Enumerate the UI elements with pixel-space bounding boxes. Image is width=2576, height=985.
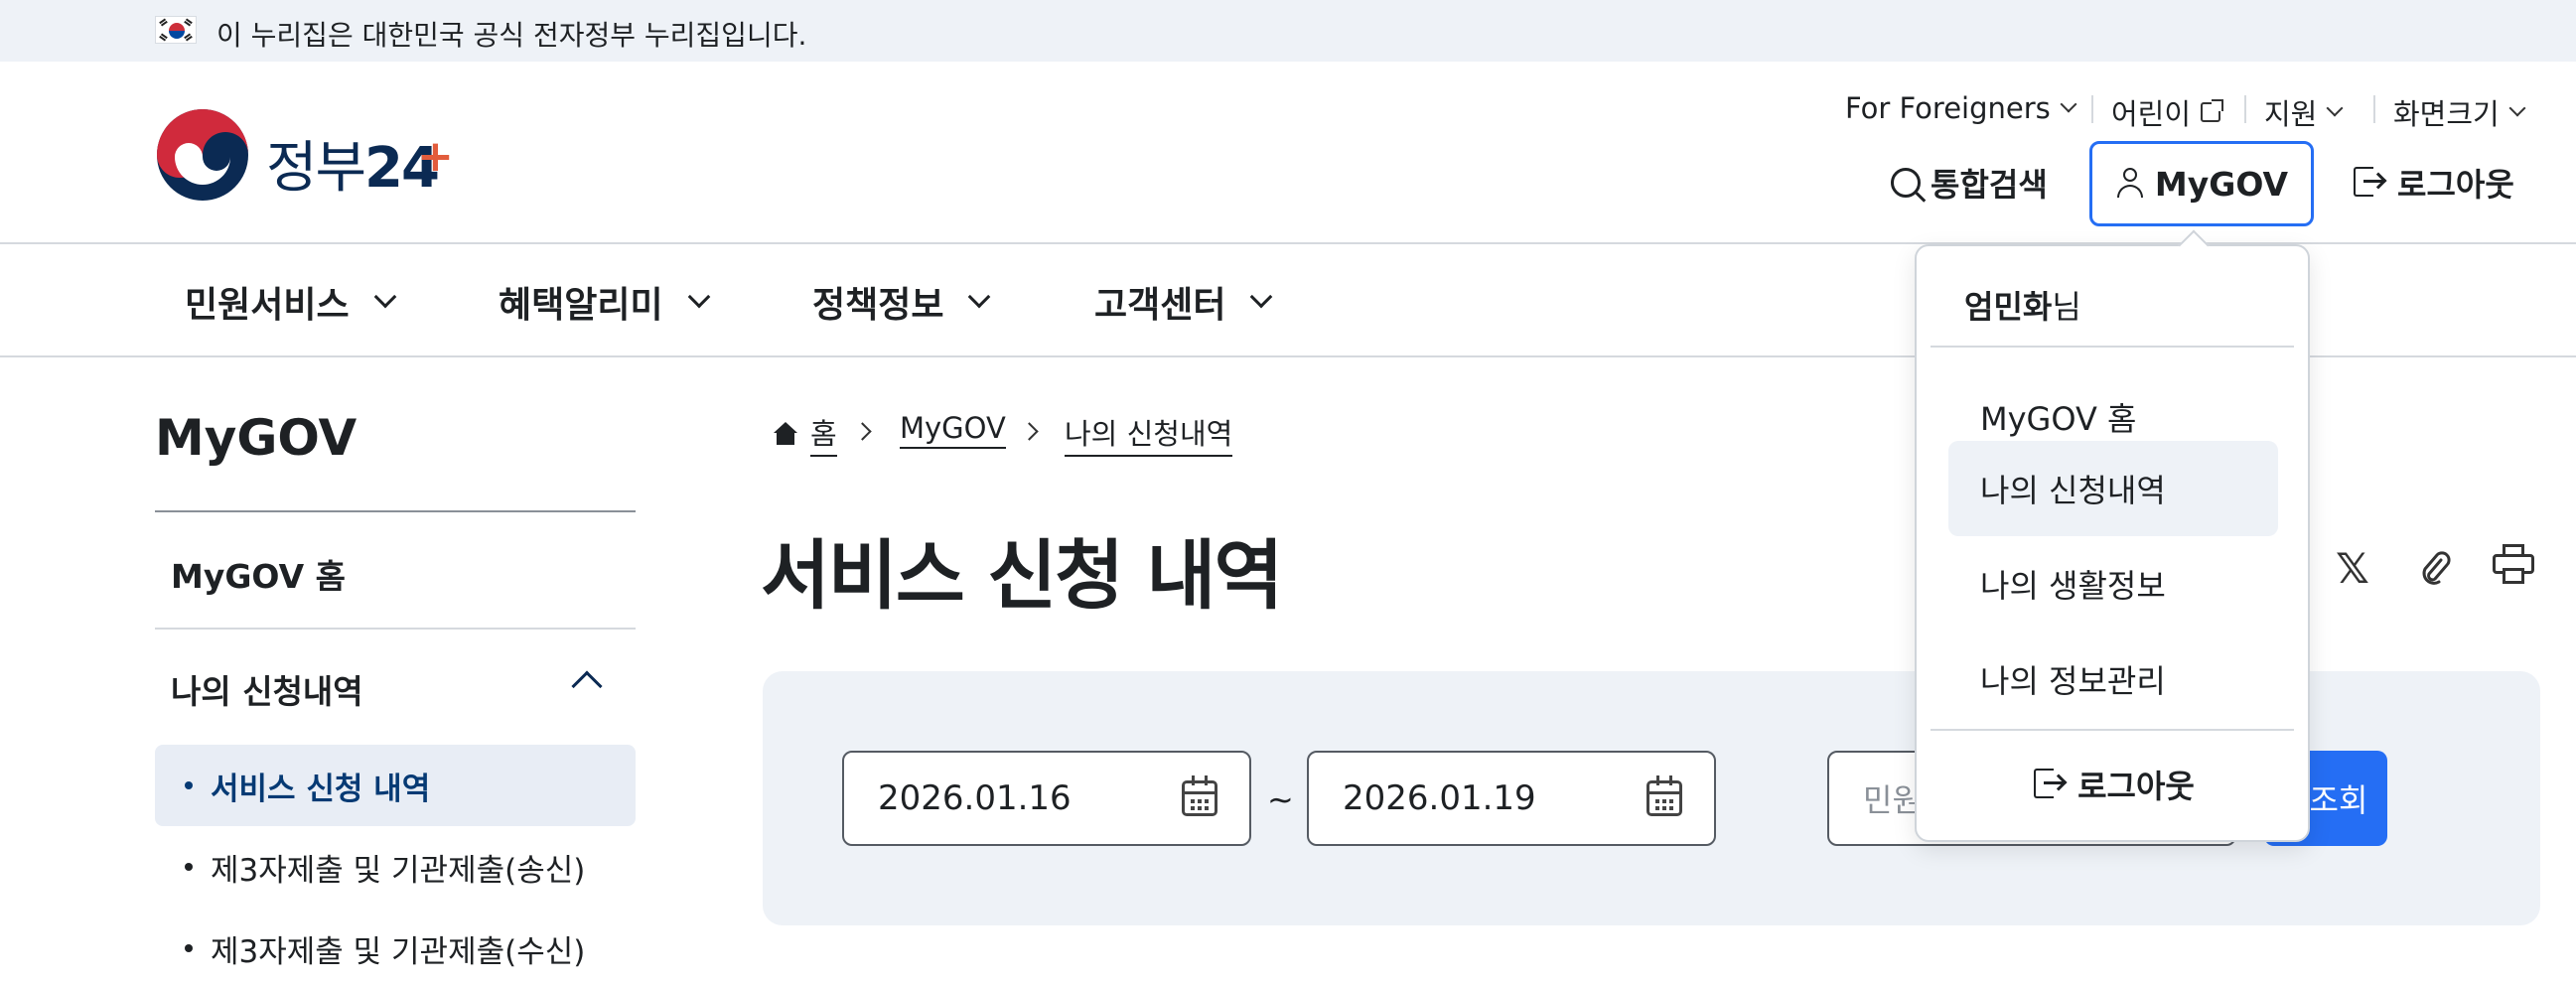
logo-wordmark: 정부24 [266,136,440,201]
support-menu[interactable]: 지원 [2264,91,2344,133]
dropdown-item-label: 나의 신청내역 [1980,472,2166,509]
bullet [185,781,193,789]
site-header: 정부24 + For Foreigners 어린이 지원 화면크기 통합검색 M… [0,62,2576,244]
end-date-input[interactable]: 2026.01.19 [1307,751,1716,846]
dropdown-item-info-management[interactable]: 나의 정보관리 [1948,632,2278,727]
logout-icon [2034,769,2065,800]
external-link-icon [2201,99,2224,122]
kids-link[interactable]: 어린이 [2111,91,2224,133]
chevron-down-icon [2060,95,2077,113]
nav-label: 고객센터 [1094,285,1226,326]
nav-label: 정책정보 [812,285,944,326]
divider [2373,95,2375,123]
integrated-search-button[interactable]: 통합검색 [1891,141,2048,224]
bullet [185,863,193,871]
sidebar-sub-third-party-received[interactable]: 제3자제출 및 기관제출(수신) [155,908,636,985]
print-icon[interactable] [2493,544,2534,584]
page-title: 서비스 신청 내역 [761,531,1283,620]
calendar-icon[interactable] [1646,775,1682,816]
mygov-dropdown: 엄민화님 MyGOV 홈 나의 신청내역 나의 생활정보 나의 정보관리 로그아… [1915,229,2312,842]
divider [155,510,636,512]
breadcrumb-my-applications[interactable]: 나의 신청내역 [1065,411,1233,457]
chevron-right-icon [853,422,872,441]
mygov-button[interactable]: MyGOV [2089,141,2314,226]
dropdown-item-my-applications[interactable]: 나의 신청내역 [1948,441,2278,536]
integrated-search-label: 통합검색 [1931,166,2048,204]
sidebar-title: MyGOV [155,409,358,467]
paperclip-icon[interactable] [2417,546,2451,586]
sidebar-sub-service-applications[interactable]: 서비스 신청 내역 [155,745,636,826]
kids-label: 어린이 [2111,97,2192,131]
screen-size-menu[interactable]: 화면크기 [2393,91,2526,133]
sidebar-sub-label: 제3자제출 및 기관제출(송신) [211,852,586,889]
divider [2244,95,2246,123]
home-icon [773,422,798,446]
breadcrumb-home-label: 홈 [810,411,837,457]
divider [155,628,636,630]
sidebar-sub-third-party-sent[interactable]: 제3자제출 및 기관제출(송신) [155,826,636,908]
chevron-down-icon [687,285,710,309]
screen-size-label: 화면크기 [2393,97,2500,131]
breadcrumb-mygov-label: MyGOV [900,411,1006,449]
sidebar-sub-label: 제3자제출 및 기관제출(수신) [211,933,586,970]
chevron-down-icon [968,285,991,309]
logout-icon [2354,167,2383,199]
chevron-right-icon [1020,422,1039,441]
dropdown-item-label: 나의 생활정보 [1980,567,2166,605]
end-date-value: 2026.01.19 [1343,778,1536,818]
dropdown-item-life-info[interactable]: 나의 생활정보 [1948,536,2278,632]
divider [1931,346,2294,348]
for-foreigners-menu[interactable]: For Foreigners [1845,91,2077,125]
nav-item-benefits[interactable]: 혜택알리미 [499,276,710,328]
dropdown-logout-label: 로그아웃 [2077,768,2195,805]
mygov-label: MyGOV [2154,164,2289,204]
start-date-value: 2026.01.16 [878,778,1072,818]
date-range-separator: ~ [1267,780,1294,818]
x-share-icon[interactable]: 𝕏 [2336,544,2369,593]
keyword-placeholder: 민원 [1863,781,1922,819]
dropdown-item-label: MyGOV 홈 [1980,400,2137,438]
search-icon [1891,168,1921,198]
bullet [185,944,193,952]
gov-banner-text: 이 누리집은 대한민국 공식 전자정부 누리집입니다. [216,19,807,52]
for-foreigners-label: For Foreigners [1845,91,2051,125]
logo-plus: + [417,131,454,182]
user-suffix: 님 [2052,288,2081,326]
dropdown-user-greeting: 엄민화님 [1964,282,2081,328]
gov-banner: 이 누리집은 대한민국 공식 전자정부 누리집입니다. [0,0,2576,62]
nav-item-customer-center[interactable]: 고객센터 [1094,276,1273,328]
logout-label: 로그아웃 [2397,166,2514,204]
breadcrumb-home[interactable]: 홈 [773,411,837,457]
chevron-down-icon [2508,99,2526,117]
nav-item-policy[interactable]: 정책정보 [812,276,991,328]
nav-item-civil-service[interactable]: 민원서비스 [185,276,396,328]
sidebar-sub-label: 서비스 신청 내역 [211,771,431,807]
gov24-logo[interactable]: 정부24 + [155,107,473,207]
chevron-up-icon[interactable] [571,670,603,702]
chevron-down-icon [1250,285,1273,309]
start-date-input[interactable]: 2026.01.16 [842,751,1251,846]
chevron-down-icon [373,285,396,309]
logout-button[interactable]: 로그아웃 [2354,141,2514,224]
sidebar-item-mygov-home[interactable]: MyGOV 홈 [171,550,346,598]
nav-label: 민원서비스 [185,285,350,326]
taegeuk-logo-icon [157,109,248,201]
user-icon [2115,168,2145,200]
calendar-icon[interactable] [1182,775,1217,816]
breadcrumb-mygov[interactable]: MyGOV [900,411,1006,449]
breadcrumb-my-applications-label: 나의 신청내역 [1065,411,1233,457]
sidebar-section-applications[interactable]: 나의 신청내역 [171,665,363,713]
divider [2091,95,2093,123]
dropdown-logout-button[interactable]: 로그아웃 [1917,747,2312,822]
korean-flag-icon [155,16,197,44]
nav-label: 혜택알리미 [499,285,663,326]
chevron-down-icon [2326,99,2344,117]
dropdown-item-label: 나의 정보관리 [1980,662,2166,700]
user-name: 엄민화 [1964,288,2053,326]
support-label: 지원 [2264,97,2318,131]
divider [1931,729,2294,731]
